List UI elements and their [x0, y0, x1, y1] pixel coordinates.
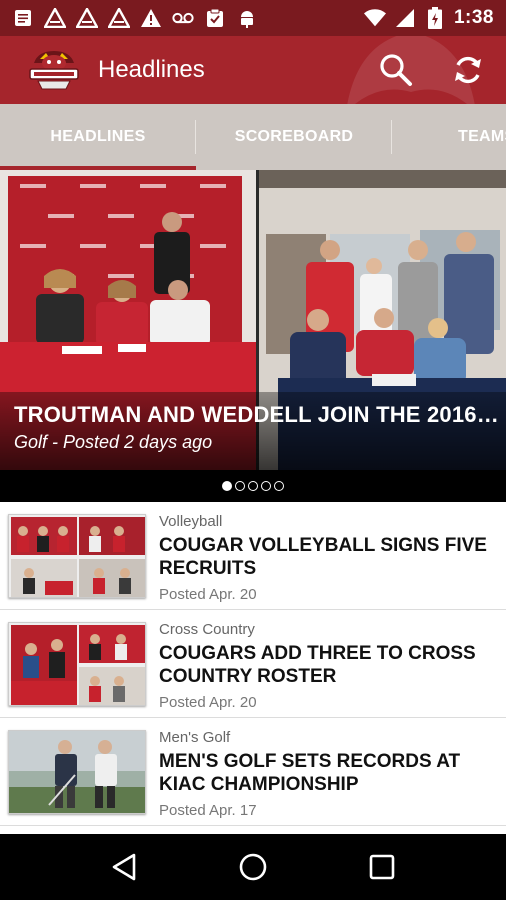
recents-icon: [369, 854, 394, 880]
app-bar: Headlines: [0, 36, 506, 104]
page-dot[interactable]: [222, 481, 232, 491]
news-thumbnail: [8, 622, 146, 706]
back-button[interactable]: [104, 847, 144, 887]
page-dot[interactable]: [235, 481, 245, 491]
featured-story[interactable]: TROUTMAN AND WEDDELL JOIN THE 2016 GO...…: [0, 170, 506, 470]
news-category: Volleyball: [159, 513, 223, 530]
home-button[interactable]: [233, 847, 273, 887]
news-item[interactable]: Cross Country COUGARS ADD THREE TO CROSS…: [0, 610, 506, 718]
tab-teams[interactable]: TEAMS: [392, 104, 506, 170]
alert-icon: [140, 7, 162, 29]
status-time: 1:38: [453, 7, 494, 28]
news-headline: MEN'S GOLF SETS RECORDS AT KIAC CHAMPION…: [159, 751, 461, 795]
status-bar: 1:38: [0, 0, 506, 36]
news-thumbnail: [8, 730, 146, 814]
news-date: Posted Apr. 20: [159, 586, 257, 603]
news-item[interactable]: Men's Golf MEN'S GOLF SETS RECORDS AT KI…: [0, 718, 506, 826]
news-date: Posted Apr. 17: [159, 802, 257, 819]
back-icon: [113, 853, 136, 881]
news-category: Men's Golf: [159, 729, 231, 746]
news-category: Cross Country: [159, 621, 255, 638]
page-dot[interactable]: [274, 481, 284, 491]
tab-headlines[interactable]: HEADLINES: [0, 104, 196, 170]
tab-scoreboard[interactable]: SCOREBOARD: [196, 104, 392, 170]
tab-label: TEAMS: [458, 128, 506, 145]
refresh-icon: [455, 56, 481, 84]
battery-charging-icon: [424, 7, 446, 29]
recents-button[interactable]: [362, 847, 402, 887]
app-title: Headlines: [98, 56, 205, 83]
news-headline: COUGAR VOLLEYBALL SIGNS FIVE RECRUITS: [159, 535, 487, 579]
news-date: Posted Apr. 20: [159, 694, 257, 711]
tab-label: SCOREBOARD: [234, 128, 354, 145]
tab-label: HEADLINES: [50, 128, 146, 145]
notification-icon: [12, 7, 34, 29]
news-item[interactable]: Volleyball COUGAR VOLLEYBALL SIGNS FIVE …: [0, 502, 506, 610]
team-logo: [28, 49, 80, 91]
home-icon: [239, 853, 267, 881]
system-nav-bar: [0, 834, 506, 900]
tab-bar: HEADLINES SCOREBOARD TEAMS: [0, 104, 506, 170]
voicemail-icon: [172, 7, 194, 29]
page-dot[interactable]: [261, 481, 271, 491]
carousel-indicator: [0, 470, 506, 502]
wifi-icon: [363, 7, 386, 29]
warning-icon: [76, 7, 98, 29]
search-icon: [380, 54, 412, 86]
refresh-button[interactable]: [450, 52, 486, 88]
page-dot[interactable]: [248, 481, 258, 491]
search-button[interactable]: [378, 52, 414, 88]
warning-icon: [44, 7, 66, 29]
android-icon: [236, 7, 258, 29]
news-headline: COUGARS ADD THREE TO CROSS COUNTRY ROSTE…: [159, 643, 476, 687]
clipboard-icon: [204, 7, 226, 29]
hero-meta: Golf - Posted 2 days ago: [14, 432, 213, 452]
news-list: Volleyball COUGAR VOLLEYBALL SIGNS FIVE …: [0, 502, 506, 834]
news-thumbnail: [8, 514, 146, 598]
warning-icon: [108, 7, 130, 29]
hero-title: TROUTMAN AND WEDDELL JOIN THE 2016 GO...: [14, 402, 500, 427]
signal-icon: [394, 7, 416, 29]
